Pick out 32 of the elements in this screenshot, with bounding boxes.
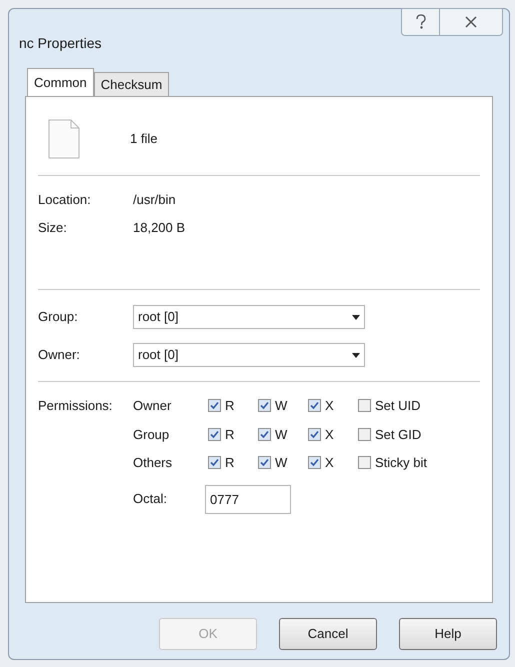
checkbox-label: R [225,397,234,415]
permission-label: Others [133,454,174,472]
field-label: Octal: [133,490,168,508]
window-title: nc Properties [19,34,102,53]
checkbox-label: W [275,397,288,415]
checkbox-label: R [225,426,234,444]
field-label: Group: [38,308,79,326]
field-label: Owner: [38,346,81,364]
file-count: 1 file [130,130,158,148]
checkbox-label: X [325,454,334,472]
field-label: Size: [38,218,68,236]
dialog-button[interactable]: Cancel [279,618,377,650]
octal-field[interactable]: 0777 [205,484,291,514]
field-value: /usr/bin [133,191,176,209]
checkbox-label: Set UID [375,397,421,415]
checkbox-label: R [225,454,234,472]
field-value: 18,200 B [133,218,186,236]
permission-label: Owner [133,397,172,415]
checkbox-label: Set GID [375,426,422,444]
dialog-button[interactable]: Help [399,618,497,650]
permission-label: Group [133,426,170,444]
dropdown[interactable]: root [0] [133,305,365,329]
checkbox-label: X [325,397,334,415]
checkbox-label: X [325,426,334,444]
tab[interactable]: Common [27,68,94,96]
checkbox-label: Sticky bit [375,454,428,472]
checkbox-label: W [275,426,288,444]
field-label: Location: [38,191,92,209]
checkbox-label: W [275,454,288,472]
tab[interactable]: Checksum [94,72,170,96]
dropdown[interactable]: root [0] [133,343,365,367]
field-label: Permissions: [38,397,114,415]
